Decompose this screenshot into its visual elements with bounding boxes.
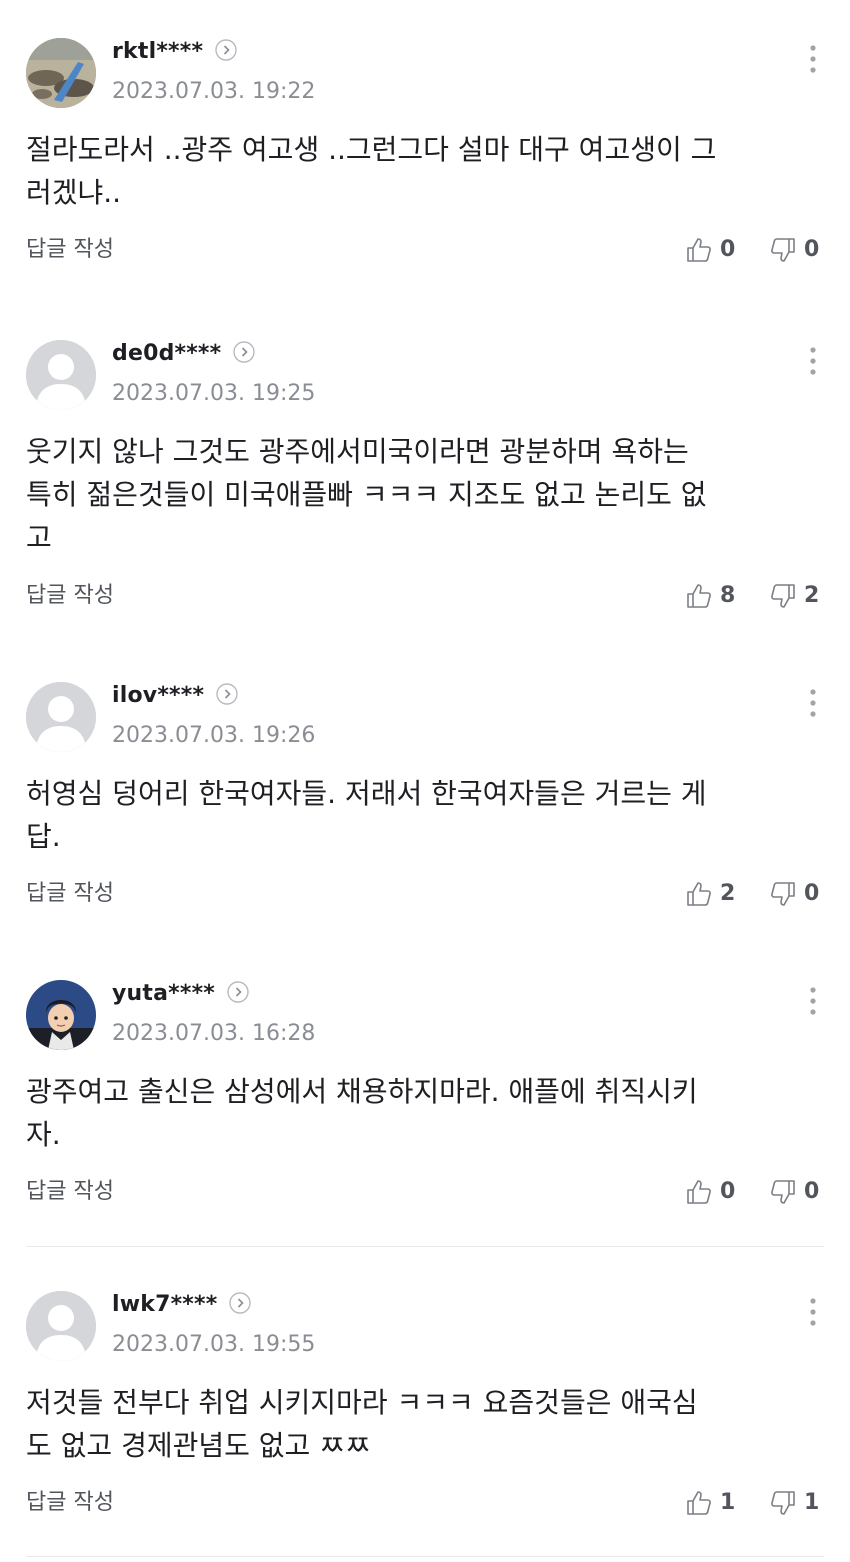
comment-date: 2023.07.03. 19:55 <box>112 1332 316 1357</box>
like-count: 0 <box>720 1179 736 1204</box>
more-options-icon[interactable] <box>804 346 822 376</box>
like-count: 1 <box>720 1490 736 1515</box>
thumbs-down-icon <box>771 1491 795 1515</box>
thumbs-down-icon <box>771 882 795 906</box>
chevron-right-icon[interactable] <box>227 981 249 1003</box>
thumbs-up-icon <box>687 882 711 906</box>
avatar[interactable] <box>26 980 96 1050</box>
default-profile-icon <box>26 1291 96 1361</box>
comment-line: 답. <box>26 820 61 853</box>
thumbs-up-icon <box>687 1491 711 1515</box>
comment-date: 2023.07.03. 16:28 <box>112 1021 316 1046</box>
comment-text: 저것들 전부다 취업 시키지마라 ㅋㅋㅋ 요즘것들은 애국심 도 없고 경제관념… <box>26 1381 796 1467</box>
comment-line: 절라도라서 ..광주 여고생 ..그런그다 설마 대구 여고생이 그 <box>26 133 717 166</box>
dislike-button[interactable]: 0 <box>770 236 819 264</box>
comment-line: 도 없고 경제관념도 없고 ㅉㅉ <box>26 1429 371 1462</box>
reply-button[interactable]: 답글 작성 <box>26 582 114 610</box>
thumbs-up-icon <box>687 1180 711 1204</box>
comment-line: 특히 젊은것들이 미국애플빠 ㅋㅋㅋ 지조도 없고 논리도 없 <box>26 478 707 511</box>
comment-date: 2023.07.03. 19:25 <box>112 381 316 406</box>
comment-text: 웃기지 않나 그것도 광주에서미국이라면 광분하며 욕하는 특히 젊은것들이 미… <box>26 430 796 559</box>
thumbs-up-icon <box>687 584 711 608</box>
like-count: 2 <box>720 881 736 906</box>
author-nickname[interactable]: ilov**** <box>112 683 204 708</box>
thumbs-down-icon <box>771 1180 795 1204</box>
dislike-count: 0 <box>804 1179 820 1204</box>
comment-author[interactable]: lwk7**** <box>112 1291 252 1319</box>
comment-line: 고 <box>26 521 52 554</box>
like-button[interactable]: 8 <box>686 582 735 610</box>
comment-line: 저것들 전부다 취업 시키지마라 ㅋㅋㅋ 요즘것들은 애국심 <box>26 1386 698 1419</box>
chevron-right-icon[interactable] <box>216 683 238 705</box>
default-profile-icon <box>26 340 96 410</box>
chevron-right-icon[interactable] <box>233 341 256 363</box>
more-options-icon[interactable] <box>804 44 822 74</box>
more-options-icon[interactable] <box>804 986 822 1016</box>
comment-date: 2023.07.03. 19:22 <box>112 79 316 104</box>
author-nickname[interactable]: de0d**** <box>112 341 221 366</box>
comment-line: 자. <box>26 1118 61 1151</box>
reply-button[interactable]: 답글 작성 <box>26 880 114 908</box>
comment-line: 광주여고 출신은 삼성에서 채용하지마라. 애플에 취직시키 <box>26 1075 698 1108</box>
default-profile-icon <box>26 682 96 752</box>
dislike-count: 2 <box>804 583 820 608</box>
author-nickname[interactable]: rktl**** <box>112 39 203 64</box>
author-nickname[interactable]: lwk7**** <box>112 1292 217 1317</box>
dislike-count: 0 <box>804 881 820 906</box>
thumbs-down-icon <box>771 584 795 608</box>
avatar[interactable] <box>26 340 96 410</box>
character-profile-icon <box>26 980 96 1050</box>
comment-line: 허영심 덩어리 한국여자들. 저래서 한국여자들은 거르는 게 <box>26 777 707 810</box>
more-options-icon[interactable] <box>804 688 822 718</box>
like-button[interactable]: 0 <box>686 1178 735 1206</box>
section-divider <box>26 1556 824 1557</box>
comment-line: 웃기지 않나 그것도 광주에서미국이라면 광분하며 욕하는 <box>26 435 689 468</box>
comment-author[interactable]: ilov**** <box>112 682 238 710</box>
chevron-right-icon[interactable] <box>229 1292 252 1314</box>
reply-button[interactable]: 답글 작성 <box>26 236 114 264</box>
comment-author[interactable]: yuta**** <box>112 980 249 1008</box>
like-button[interactable]: 2 <box>686 880 735 908</box>
comment-text: 광주여고 출신은 삼성에서 채용하지마라. 애플에 취직시키 자. <box>26 1070 796 1156</box>
comment-line: 러겠냐.. <box>26 176 122 209</box>
like-count: 8 <box>720 583 736 608</box>
avatar[interactable] <box>26 682 96 752</box>
dislike-button[interactable]: 0 <box>770 1178 819 1206</box>
more-options-icon[interactable] <box>804 1297 822 1327</box>
like-button[interactable]: 0 <box>686 236 735 264</box>
dislike-button[interactable]: 0 <box>770 880 819 908</box>
profile-photo-icon <box>26 38 96 108</box>
comment-text: 절라도라서 ..광주 여고생 ..그런그다 설마 대구 여고생이 그 러겠냐.. <box>26 128 796 214</box>
avatar[interactable] <box>26 38 96 108</box>
thumbs-up-icon <box>687 238 711 262</box>
chevron-right-icon[interactable] <box>215 39 237 61</box>
dislike-count: 1 <box>804 1490 820 1515</box>
section-divider <box>26 1246 824 1247</box>
comment-author[interactable]: de0d**** <box>112 340 256 368</box>
reply-button[interactable]: 답글 작성 <box>26 1489 114 1517</box>
reply-button[interactable]: 답글 작성 <box>26 1178 114 1206</box>
like-count: 0 <box>720 237 736 262</box>
dislike-button[interactable]: 1 <box>770 1489 819 1517</box>
like-button[interactable]: 1 <box>686 1489 735 1517</box>
avatar[interactable] <box>26 1291 96 1361</box>
comment-author[interactable]: rktl**** <box>112 38 237 66</box>
comment-date: 2023.07.03. 19:26 <box>112 723 316 748</box>
dislike-count: 0 <box>804 237 820 262</box>
dislike-button[interactable]: 2 <box>770 582 819 610</box>
author-nickname[interactable]: yuta**** <box>112 981 215 1006</box>
thumbs-down-icon <box>771 238 795 262</box>
comment-text: 허영심 덩어리 한국여자들. 저래서 한국여자들은 거르는 게 답. <box>26 772 796 858</box>
